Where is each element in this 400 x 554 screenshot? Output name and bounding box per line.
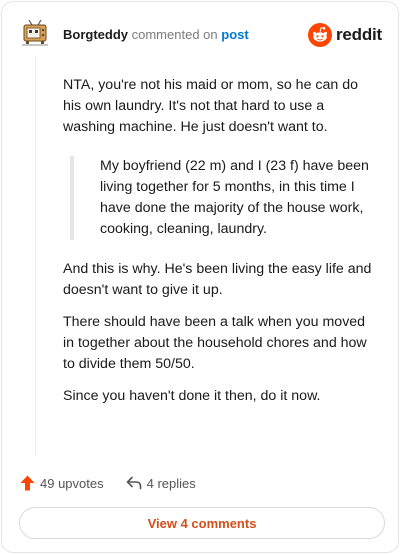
thread-line[interactable]	[35, 56, 36, 456]
commented-on-text: commented on	[131, 27, 218, 42]
upvote-button[interactable]: 49 upvotes	[20, 475, 104, 491]
comment-paragraph: There should have been a talk when you m…	[63, 314, 367, 372]
post-link[interactable]: post	[221, 27, 248, 42]
comment-card: Borgteddy commented on post reddit NTA, …	[1, 1, 399, 553]
comment-meta: Borgteddy commented on post	[63, 27, 249, 43]
reply-arrow-icon	[126, 476, 141, 490]
reply-count: 4 replies	[146, 475, 196, 491]
comment-body: NTA, you're not his maid or mom, so he c…	[63, 75, 373, 418]
upvote-count: 49 upvotes	[40, 475, 104, 491]
comment-header: Borgteddy commented on post reddit	[20, 16, 382, 56]
comment-actions: 49 upvotes 4 replies	[20, 472, 196, 494]
reddit-logo[interactable]: reddit	[307, 22, 382, 48]
reddit-wordmark: reddit	[335, 25, 382, 44]
comment-paragraph: NTA, you're not his maid or mom, so he c…	[63, 77, 358, 135]
quoted-text: My boyfriend (22 m) and I (23 f) have be…	[70, 156, 373, 240]
quote-paragraph: My boyfriend (22 m) and I (23 f) have be…	[100, 158, 369, 237]
comment-paragraph: And this is why. He's been living the ea…	[63, 261, 372, 298]
upvote-arrow-icon	[20, 475, 35, 491]
comment-paragraph: Since you haven't done it then, do it no…	[63, 388, 321, 404]
reddit-alien-icon	[307, 23, 332, 47]
view-comments-button[interactable]: View 4 comments	[19, 507, 385, 539]
reply-button[interactable]: 4 replies	[126, 476, 196, 491]
user-avatar[interactable]	[20, 18, 50, 48]
username[interactable]: Borgteddy	[63, 27, 128, 42]
